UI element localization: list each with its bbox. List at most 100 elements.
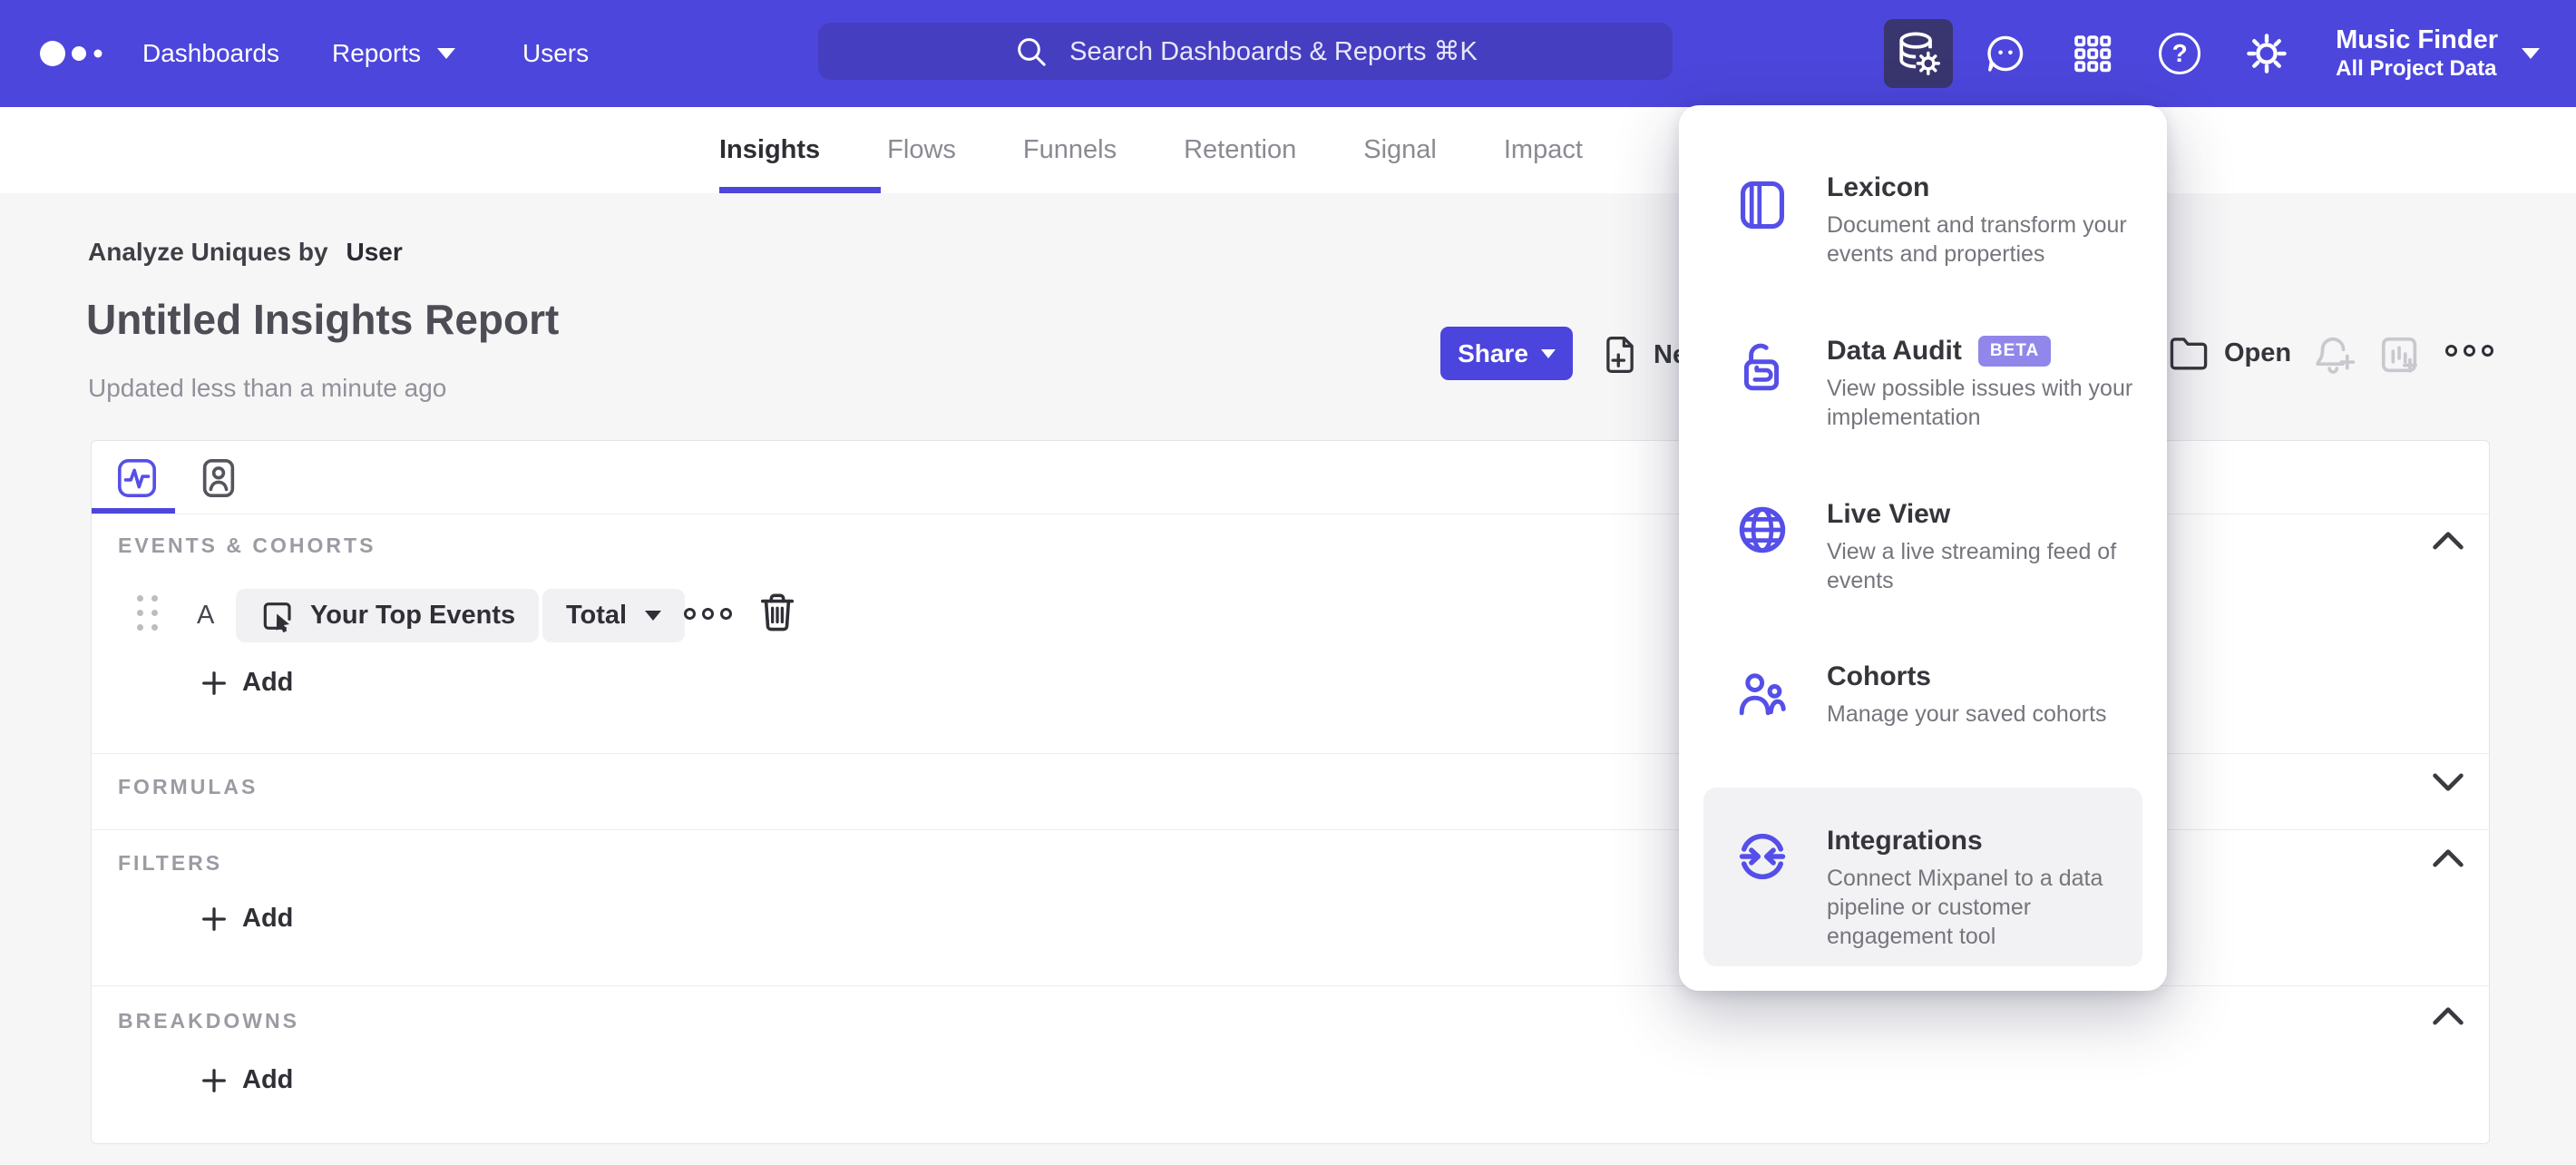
updated-timestamp: Updated less than a minute ago — [88, 374, 447, 402]
drag-handle[interactable] — [137, 595, 158, 631]
help-icon: ? — [2159, 33, 2201, 74]
apps-grid-button[interactable] — [2058, 19, 2127, 88]
menu-item-description: View possible issues with your implement… — [1827, 376, 2133, 430]
chart-plus-icon — [2381, 337, 2417, 373]
search-icon — [1018, 37, 1046, 66]
add-breakdown-button[interactable]: Add — [200, 1065, 293, 1095]
cohorts-people-icon — [1737, 667, 1788, 724]
menu-item-title: Data Audit — [1827, 336, 1962, 366]
plus-icon — [202, 1068, 226, 1092]
add-filter-button[interactable]: Add — [200, 904, 293, 934]
active-tab-indicator — [719, 187, 881, 193]
section-formulas: FORMULAS — [118, 775, 259, 798]
analyze-prefix: Analyze Uniques by — [88, 238, 328, 266]
analyze-entity-selector[interactable]: User — [346, 238, 403, 267]
chevron-down-icon — [1540, 348, 1556, 358]
chevron-down-icon — [2522, 48, 2540, 59]
nav-reports[interactable]: Reports — [332, 0, 456, 107]
create-alert-button[interactable] — [2311, 334, 2356, 382]
nav-users[interactable]: Users — [522, 0, 589, 107]
data-audit-lock-icon — [1737, 341, 1788, 400]
project-scope: All Project Data — [2336, 56, 2497, 81]
add-event-button[interactable]: Add — [200, 668, 293, 698]
search-input[interactable]: Search Dashboards & Reports ⌘K — [818, 23, 1673, 80]
chevron-down-icon — [2433, 773, 2464, 791]
series-letter: A — [197, 601, 215, 630]
live-view-globe-icon — [1737, 504, 1788, 560]
tab-insights[interactable]: Insights — [719, 135, 820, 165]
chevron-down-icon — [645, 611, 662, 621]
tab-impact[interactable]: Impact — [1504, 135, 1583, 165]
chevron-up-icon — [2433, 849, 2464, 867]
event-selector[interactable]: Your Top Events — [236, 589, 540, 642]
profiles-tab[interactable] — [198, 457, 239, 499]
chevron-down-icon — [437, 48, 456, 59]
nav-reports-label: Reports — [332, 39, 422, 67]
metric-selector[interactable]: Total — [542, 589, 686, 642]
insights-pulse-icon — [118, 459, 156, 497]
tab-retention[interactable]: Retention — [1184, 135, 1296, 165]
new-document-icon — [1606, 336, 1634, 374]
menu-item-title: Live View — [1827, 499, 1951, 529]
menu-item-description: Connect Mixpanel to a data pipeline or c… — [1827, 866, 2103, 949]
section-filters: FILTERS — [118, 851, 223, 875]
collapse-breakdowns-button[interactable] — [2432, 1004, 2464, 1031]
mixpanel-logo[interactable] — [38, 34, 109, 78]
menu-item-data-audit[interactable]: Data Audit BETA View possible issues wit… — [1703, 336, 2142, 432]
nav-dashboards-label: Dashboards — [142, 39, 279, 67]
add-label: Add — [242, 904, 294, 933]
share-button[interactable]: Share — [1440, 327, 1573, 380]
plus-icon — [202, 671, 226, 695]
chevron-up-icon — [2433, 532, 2464, 550]
add-to-dashboard-button[interactable] — [2378, 334, 2422, 382]
share-label: Share — [1458, 338, 1528, 367]
ellipsis-icon — [684, 608, 732, 620]
feedback-bubble-icon — [1987, 35, 2024, 72]
feedback-button[interactable] — [1971, 19, 2040, 88]
integrations-sync-icon — [1737, 831, 1788, 886]
menu-item-live-view[interactable]: Live View View a live streaming feed of … — [1703, 499, 2142, 595]
tab-funnels[interactable]: Funnels — [1023, 135, 1117, 165]
help-button[interactable]: ? — [2145, 19, 2214, 88]
metrics-tab[interactable] — [116, 457, 158, 499]
report-title[interactable]: Untitled Insights Report — [86, 295, 559, 344]
section-events-cohorts: EVENTS & COHORTS — [118, 534, 376, 557]
menu-item-title: Integrations — [1827, 826, 1983, 856]
menu-item-title: Cohorts — [1827, 661, 1931, 691]
menu-item-lexicon[interactable]: Lexicon Document and transform your even… — [1703, 172, 2142, 269]
search-placeholder: Search Dashboards & Reports ⌘K — [1069, 37, 1478, 66]
top-nav: Dashboards Reports Users Search Dashboar… — [0, 0, 2576, 107]
nav-users-label: Users — [522, 39, 590, 67]
grid-icon — [2074, 35, 2112, 73]
tab-flows[interactable]: Flows — [887, 135, 956, 165]
event-name: Your Top Events — [310, 601, 516, 630]
database-gear-icon — [1899, 32, 1941, 75]
settings-button[interactable] — [2232, 19, 2301, 88]
lexicon-book-icon — [1737, 178, 1788, 237]
metric-name: Total — [566, 601, 628, 630]
bell-plus-icon — [2316, 338, 2356, 374]
trash-icon — [760, 593, 795, 631]
delete-event-button[interactable] — [758, 592, 796, 638]
project-selector[interactable]: Music Finder All Project Data — [2336, 24, 2540, 83]
report-tabbar: Insights Flows Funnels Retention Signal … — [0, 107, 2576, 193]
tab-signal[interactable]: Signal — [1363, 135, 1437, 165]
open-label: Open — [2224, 338, 2292, 367]
plus-icon — [202, 906, 226, 931]
event-row-options-button[interactable] — [684, 608, 732, 620]
profile-card-icon — [202, 459, 235, 497]
data-tools-dropdown: Lexicon Document and transform your even… — [1679, 105, 2167, 991]
open-report-button[interactable]: Open — [2168, 334, 2291, 372]
project-name: Music Finder — [2336, 25, 2498, 54]
chevron-up-icon — [2433, 1007, 2464, 1025]
collapse-filters-button[interactable] — [2432, 847, 2464, 873]
expand-formulas-button[interactable] — [2432, 772, 2464, 798]
nav-dashboards[interactable]: Dashboards — [142, 0, 279, 107]
data-management-button[interactable] — [1884, 19, 1954, 88]
collapse-events-button[interactable] — [2432, 529, 2464, 555]
analyze-by-row: Analyze Uniques by User — [88, 238, 403, 267]
menu-item-integrations[interactable]: Integrations Connect Mixpanel to a data … — [1703, 788, 2142, 966]
nav-tools: ? Music Finder All Project Data — [1884, 0, 2576, 107]
menu-item-cohorts[interactable]: Cohorts Manage your saved cohorts — [1703, 661, 2142, 729]
more-actions-button[interactable] — [2445, 345, 2493, 357]
